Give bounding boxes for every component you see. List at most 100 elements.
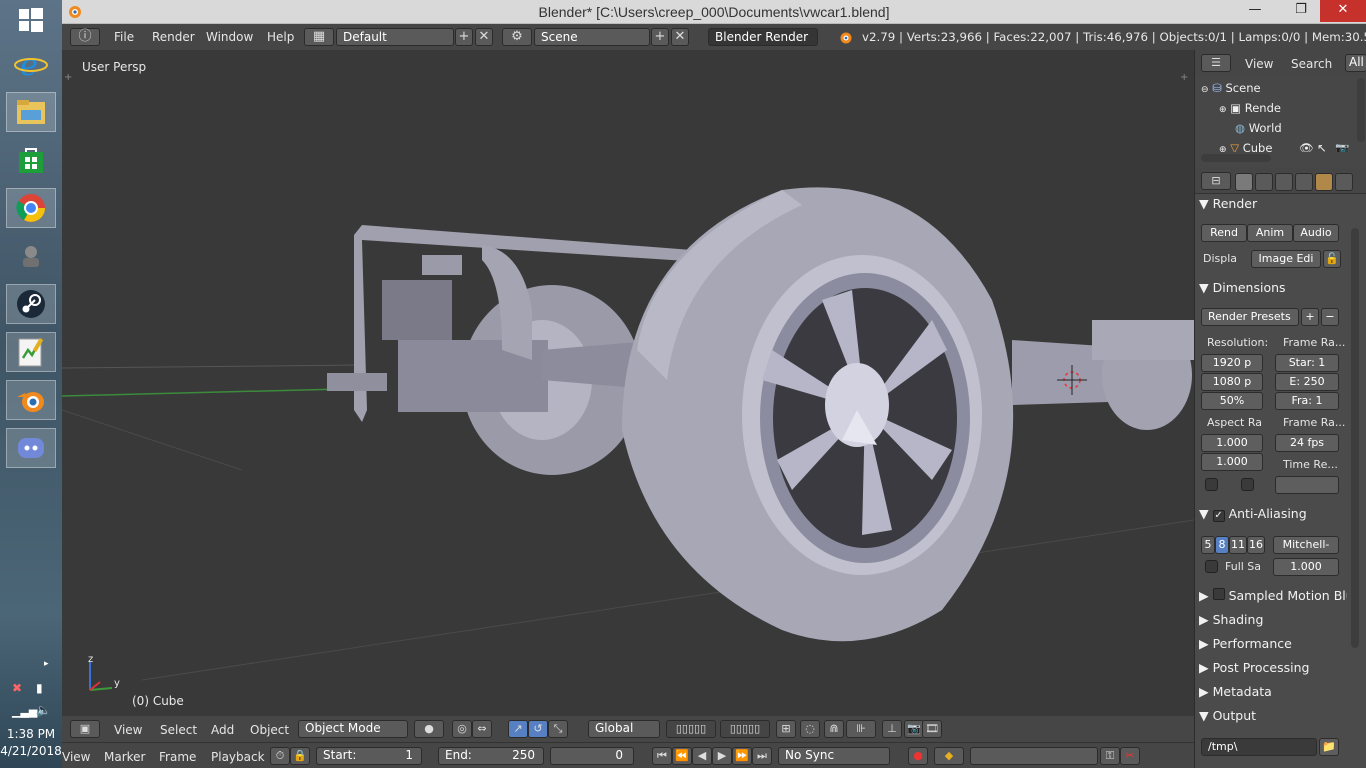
steam-icon[interactable] (6, 284, 56, 324)
expand-icon[interactable]: ⊕ (1219, 105, 1227, 115)
prev-keyframe-icon[interactable]: ⏪ (672, 747, 692, 765)
app-icon[interactable] (6, 236, 56, 276)
frame-step-field[interactable]: Fra: 1 (1275, 392, 1339, 410)
manipulator-icon[interactable]: ⇔ (472, 720, 492, 738)
dimensions-panel-header[interactable]: ▼ Dimensions (1199, 278, 1347, 298)
scale-manipulator-icon[interactable]: ⤡ (548, 720, 568, 738)
battery-icon[interactable]: ▮ (36, 681, 43, 695)
outliner-row-render[interactable]: ⊕ ▣ Rende (1219, 98, 1366, 118)
opengl-render-icon[interactable]: 📷 (904, 720, 924, 738)
layers-row1-icon[interactable]: ▯▯▯▯▯ (666, 720, 716, 738)
properties-editor-icon[interactable]: ⊟ (1201, 172, 1231, 190)
add-preset-icon[interactable]: + (1301, 308, 1319, 326)
orientation-selector[interactable]: Global (588, 720, 660, 738)
sampled-motion-blur-panel[interactable]: ▶ Sampled Motion Blu (1199, 586, 1347, 606)
aa-panel-header[interactable]: ▼ ✓ Anti-Aliasing (1199, 504, 1347, 524)
resolution-percentage-field[interactable]: 50% (1201, 392, 1263, 410)
post-processing-panel[interactable]: ▶ Post Processing (1199, 658, 1347, 678)
menu-file[interactable]: File (114, 30, 134, 44)
resolution-x-field[interactable]: 1920 p (1201, 354, 1263, 372)
remove-preset-icon[interactable]: − (1321, 308, 1339, 326)
menu-render[interactable]: Render (152, 30, 195, 44)
selectable-arrow-icon[interactable]: ↖ (1317, 138, 1327, 152)
outliner-row-cube[interactable]: ⊕ ▽ Cube 👁 ↖ 📷 (1219, 138, 1366, 152)
crop-checkbox[interactable] (1241, 478, 1254, 491)
render-presets-selector[interactable]: Render Presets (1201, 308, 1299, 326)
aa-samples-8[interactable]: 8 (1215, 536, 1229, 554)
output-path-field[interactable]: /tmp\ (1201, 738, 1317, 756)
motion-blur-checkbox[interactable] (1212, 588, 1225, 600)
store-icon[interactable] (6, 140, 56, 180)
aa-samples-16[interactable]: 16 (1247, 536, 1265, 554)
performance-panel[interactable]: ▶ Performance (1199, 634, 1347, 654)
internet-explorer-icon[interactable]: e (6, 44, 56, 84)
outliner-row-world[interactable]: ◍ World (1235, 118, 1366, 138)
network-error-icon[interactable]: ✖ (12, 681, 22, 695)
constraints-tab-icon[interactable] (1335, 173, 1353, 191)
render-engine-selector[interactable]: Blender Render (708, 28, 818, 46)
viewport-corner-plus-icon[interactable]: + (64, 72, 72, 83)
volume-icon[interactable]: 🔈 (36, 703, 51, 717)
aa-enable-checkbox[interactable]: ✓ (1212, 510, 1225, 522)
minimize-button[interactable]: — (1238, 0, 1272, 22)
file-explorer-icon[interactable] (6, 92, 56, 132)
windows-logo-icon[interactable] (6, 0, 56, 40)
opengl-anim-icon[interactable]: 🎞 (922, 720, 942, 738)
info-editor-type-icon[interactable]: ⓘ (70, 28, 100, 46)
sync-mode-selector[interactable]: No Sync (778, 747, 890, 765)
layers-row2-icon[interactable]: ▯▯▯▯▯ (720, 720, 770, 738)
aa-filter-selector[interactable]: Mitchell- (1273, 536, 1339, 554)
snap-target-icon[interactable]: ⊥ (882, 720, 902, 738)
remove-scene-icon[interactable]: ✕ (671, 28, 689, 46)
keying-icon[interactable]: ◆ (934, 747, 964, 765)
layout-grid-icon[interactable]: ▦ (304, 28, 334, 46)
jump-end-icon[interactable]: ⏭ (752, 747, 772, 765)
metadata-panel[interactable]: ▶ Metadata (1199, 682, 1347, 702)
pivot-icon[interactable]: ◎ (452, 720, 472, 738)
keying-set-field[interactable] (970, 747, 1098, 765)
full-sample-checkbox[interactable] (1205, 560, 1218, 573)
aspect-x-field[interactable]: 1.000 (1201, 434, 1263, 452)
menu-view[interactable]: View (114, 723, 142, 737)
snap-icon[interactable]: ⋒ (824, 720, 844, 738)
end-frame-field[interactable]: End: 250 (438, 747, 544, 765)
show-hidden-icons-icon[interactable]: ▸ (44, 659, 49, 669)
timeline-menu-frame[interactable]: Frame (159, 750, 196, 764)
signal-icon[interactable]: ▁▃▅ (12, 705, 37, 718)
scene-tab-icon[interactable] (1275, 173, 1293, 191)
blender-icon[interactable] (6, 380, 56, 420)
render-panel-header[interactable]: ▼ Render (1199, 194, 1347, 214)
translate-manipulator-icon[interactable]: ↗ (508, 720, 528, 738)
snap-element-icon[interactable]: ⊪ (846, 720, 876, 738)
expand-icon[interactable]: ⊕ (1219, 145, 1227, 152)
play-icon[interactable]: ▶ (712, 747, 732, 765)
jump-start-icon[interactable]: ⏮ (652, 747, 672, 765)
properties-scrollbar[interactable] (1351, 228, 1359, 648)
3d-viewport[interactable]: User Persp (0) Cube z y + + (62, 50, 1194, 716)
maximize-button[interactable]: ❐ (1284, 0, 1318, 22)
scene-icon[interactable]: ⚙ (502, 28, 532, 46)
menu-select[interactable]: Select (160, 723, 197, 737)
next-keyframe-icon[interactable]: ⏩ (732, 747, 752, 765)
renderable-camera-icon[interactable]: 📷 (1335, 138, 1349, 152)
add-scene-icon[interactable]: + (651, 28, 669, 46)
record-icon[interactable]: ● (908, 747, 928, 765)
scene-selector[interactable]: Scene (534, 28, 650, 46)
outliner-menu-search[interactable]: Search (1291, 57, 1332, 71)
outliner-filter-selector[interactable]: All (1345, 54, 1366, 72)
file-browser-icon[interactable]: 📁 (1319, 738, 1339, 756)
current-frame-field[interactable]: 0 (550, 747, 634, 765)
menu-add[interactable]: Add (211, 723, 234, 737)
lock-layers-icon[interactable]: ⊞ (776, 720, 796, 738)
start-frame-field[interactable]: Start: 1 (316, 747, 422, 765)
frame-rate-selector[interactable]: 24 fps (1275, 434, 1339, 452)
clock-date[interactable]: 4/21/2018 (0, 744, 62, 758)
preview-range-icon[interactable]: ⏱ (270, 747, 290, 765)
menu-object[interactable]: Object (250, 723, 289, 737)
timeline-menu-view[interactable]: View (62, 750, 90, 764)
render-layers-tab-icon[interactable] (1255, 173, 1273, 191)
insert-keyframe-icon[interactable]: ⚿ (1100, 747, 1120, 765)
collapse-icon[interactable]: ⊖ (1201, 85, 1209, 95)
editor-type-icon[interactable]: ▣ (70, 720, 100, 738)
lock-range-icon[interactable]: 🔒 (290, 747, 310, 765)
